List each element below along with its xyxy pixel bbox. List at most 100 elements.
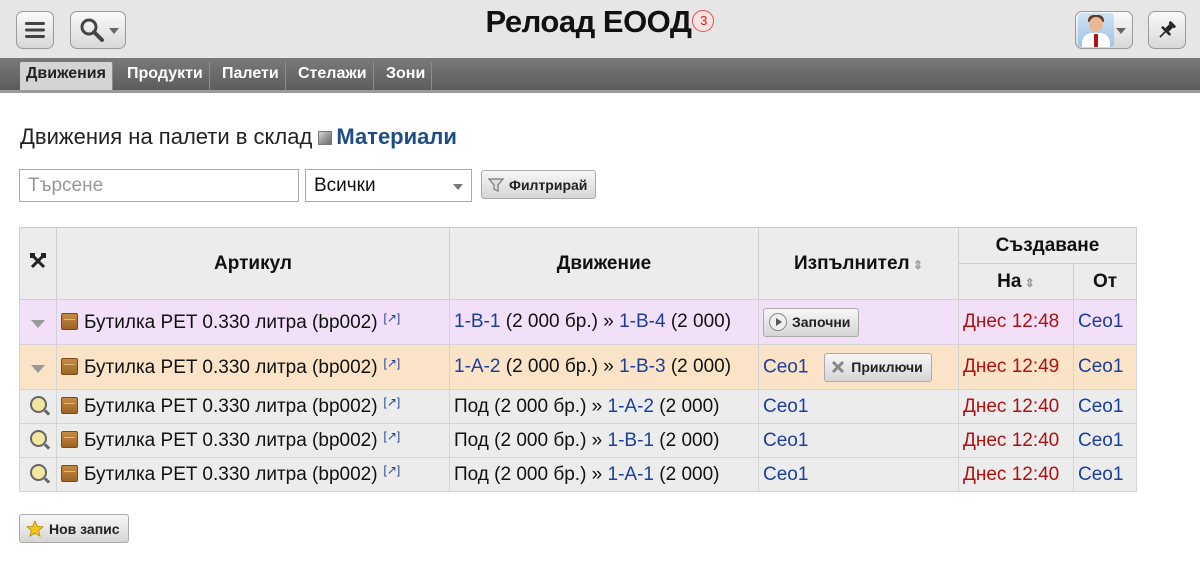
created-by-cell: Ceo1	[1073, 344, 1137, 390]
close-icon	[832, 360, 845, 374]
funnel-icon	[488, 177, 504, 192]
article-name: Бутилка PET 0.330 литра (bp002)	[84, 430, 378, 451]
movement-cell: Под (2 000 бр.) » 1-B-1 (2 000)	[449, 423, 759, 458]
created-by-link[interactable]: Ceo1	[1078, 396, 1123, 417]
external-link-icon[interactable]: [↗]	[384, 429, 401, 443]
box-icon	[61, 431, 78, 448]
start-button[interactable]: Започни	[763, 307, 860, 337]
tools-column-header	[19, 227, 57, 300]
performer-column-header[interactable]: Изпълнител ⇕	[758, 227, 959, 300]
row-tools-cell	[19, 389, 57, 424]
external-link-icon[interactable]: [↗]	[384, 311, 401, 325]
user-menu-button[interactable]	[1075, 11, 1133, 49]
performer-cell: Ceo1 Приключи	[758, 344, 959, 390]
created-by-link[interactable]: Ceo1	[1078, 311, 1123, 332]
created-by-link[interactable]: Ceo1	[1078, 430, 1123, 451]
performer-link[interactable]: Ceo1	[763, 430, 808, 451]
movement-to-qty: (2 000)	[665, 311, 732, 332]
article-name: Бутилка PET 0.330 литра (bp002)	[84, 311, 378, 333]
warehouse-link[interactable]: Материали	[336, 124, 457, 149]
filter-select[interactable]: Всички	[305, 169, 472, 202]
created-on-cell: Днес 12:40	[958, 389, 1074, 424]
warehouse-cube-icon	[318, 131, 333, 145]
row-tools-cell	[19, 344, 57, 390]
menu-button[interactable]	[16, 11, 54, 49]
performer-link[interactable]: Ceo1	[763, 396, 808, 417]
sort-icon[interactable]: ⇕	[910, 258, 923, 272]
new-record-label: Нов запис	[49, 520, 120, 537]
search-icon	[80, 18, 104, 42]
tab-racks[interactable]: Стелажи	[292, 62, 374, 90]
movement-from: Под	[454, 463, 489, 485]
filter-button[interactable]: Филтрирай	[481, 170, 597, 199]
row-actions-triangle-icon[interactable]	[31, 364, 45, 373]
movement-from-qty: (2 000 бр.) »	[500, 356, 620, 377]
filter-select-value: Всички	[314, 175, 376, 196]
tab-movements[interactable]: Движения	[20, 62, 113, 90]
app-title[interactable]: Релоад ЕООД	[486, 4, 692, 39]
performer-cell: Ceo1	[758, 457, 959, 492]
box-icon	[61, 312, 78, 330]
tab-products[interactable]: Продукти	[121, 62, 210, 90]
performer-header-label: Изпълнител	[794, 252, 910, 274]
magnifier-icon[interactable]	[29, 463, 47, 481]
movement-from-qty: (2 000 бр.) »	[500, 311, 620, 332]
movement-from-qty: (2 000 бр.) »	[488, 429, 608, 451]
pin-button[interactable]	[1148, 11, 1186, 49]
created-on-cell: Днес 12:40	[958, 457, 1074, 492]
chevron-down-icon	[1116, 28, 1126, 34]
pushpin-icon	[1159, 21, 1176, 38]
created-on-column-header[interactable]: На ⇕	[958, 263, 1074, 300]
movement-to-link[interactable]: 1-B-1	[608, 430, 654, 451]
magnifier-icon[interactable]	[29, 395, 47, 413]
article-cell: Бутилка PET 0.330 литра (bp002) [↗]	[56, 389, 450, 424]
table-row: Бутилка PET 0.330 литра (bp002) [↗] 1-B-1…	[19, 299, 1137, 345]
movement-from-link[interactable]: 1-A-2	[454, 356, 500, 377]
movement-to-link[interactable]: 1-B-4	[619, 311, 665, 332]
movement-to-link[interactable]: 1-B-3	[619, 356, 665, 377]
movement-from: Под	[454, 395, 489, 417]
sort-icon[interactable]: ⇕	[1021, 276, 1035, 290]
tools-icon	[30, 252, 46, 268]
external-link-icon[interactable]: [↗]	[384, 463, 401, 477]
movement-from-link[interactable]: 1-B-1	[454, 311, 500, 332]
performer-cell: Започни	[758, 299, 959, 345]
row-tools-cell	[19, 457, 57, 492]
app-header: Релоад ЕООД 3	[0, 0, 1200, 58]
performer-link[interactable]: Ceo1	[763, 356, 808, 377]
notification-badge[interactable]: 3	[692, 9, 715, 32]
search-menu-button[interactable]	[70, 11, 126, 49]
movement-to-link[interactable]: 1-A-1	[608, 464, 654, 485]
row-actions-triangle-icon[interactable]	[31, 319, 45, 328]
row-tools-cell	[19, 423, 57, 458]
performer-link[interactable]: Ceo1	[763, 464, 808, 485]
page-title-text: Движения на палети в склад	[20, 124, 313, 149]
movements-table: Артикул Движение Изпълнител ⇕ Създаване …	[19, 227, 1137, 492]
external-link-icon[interactable]: [↗]	[384, 356, 401, 370]
created-on-header-label: На	[997, 270, 1022, 292]
article-cell: Бутилка PET 0.330 литра (bp002) [↗]	[56, 344, 450, 390]
created-on-cell: Днес 12:49	[958, 344, 1074, 390]
main-tabs: Движения Продукти Палети Стелажи Зони	[0, 58, 1200, 93]
finish-button[interactable]: Приключи	[824, 352, 932, 382]
performer-cell: Ceo1	[758, 423, 959, 458]
external-link-icon[interactable]: [↗]	[384, 395, 401, 409]
finish-button-label: Приключи	[851, 359, 923, 375]
tab-zones[interactable]: Зони	[380, 62, 433, 90]
article-column-header: Артикул	[56, 227, 450, 300]
table-row: Бутилка PET 0.330 литра (bp002) [↗] Под (…	[19, 423, 1137, 458]
table-row: Бутилка PET 0.330 литра (bp002) [↗] 1-A-2…	[19, 344, 1137, 390]
movement-to-link[interactable]: 1-A-2	[608, 396, 654, 417]
created-by-column-header: От	[1073, 263, 1137, 300]
article-cell: Бутилка PET 0.330 литра (bp002) [↗]	[56, 299, 450, 345]
movement-cell: Под (2 000 бр.) » 1-A-2 (2 000)	[449, 389, 759, 424]
movement-cell: Под (2 000 бр.) » 1-A-1 (2 000)	[449, 457, 759, 492]
search-input[interactable]	[19, 169, 299, 202]
tab-pallets[interactable]: Палети	[216, 62, 286, 90]
movement-to-qty: (2 000)	[654, 395, 720, 417]
magnifier-icon[interactable]	[29, 429, 47, 447]
created-by-link[interactable]: Ceo1	[1078, 356, 1123, 377]
created-by-link[interactable]: Ceo1	[1078, 464, 1123, 485]
new-record-button[interactable]: Нов запис	[19, 514, 129, 543]
chevron-down-icon	[109, 28, 119, 34]
